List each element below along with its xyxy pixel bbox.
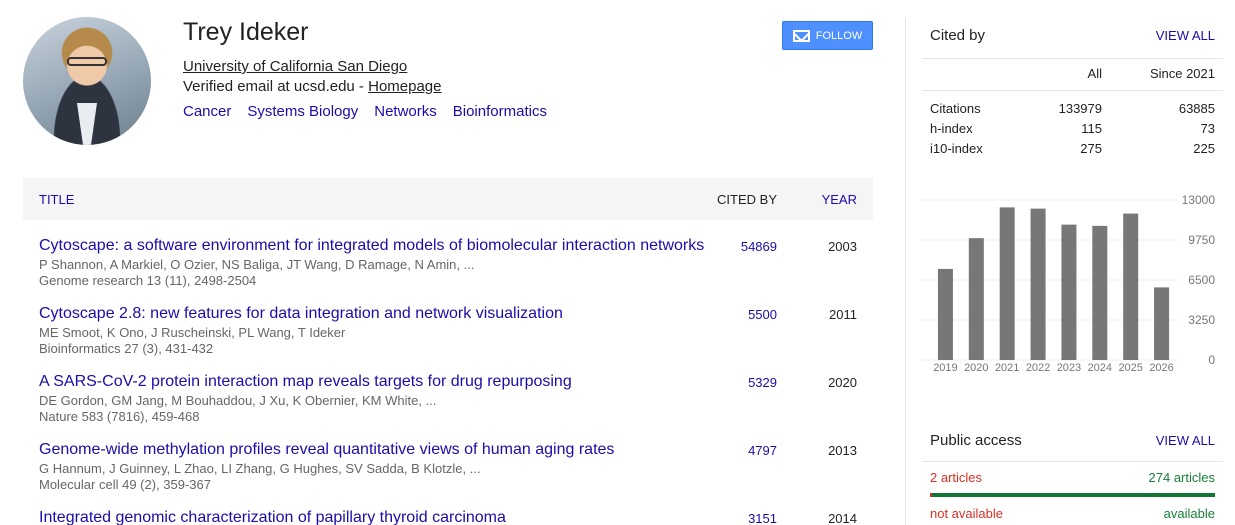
article-year: 2020: [828, 375, 857, 390]
y-tick-label: 9750: [1188, 233, 1215, 247]
stats-table: Citations 133979 63885 h-index 115 73 i1…: [930, 101, 1215, 161]
cited-by-header: CITED BY: [717, 192, 777, 207]
stat-since: 225: [1193, 141, 1215, 156]
stats-header: All Since 2021: [930, 66, 1215, 82]
divider-line: [922, 58, 1223, 59]
y-tick-label: 3250: [1188, 313, 1215, 327]
x-tick-label: 2026: [1149, 362, 1173, 374]
sort-title[interactable]: TITLE: [39, 192, 74, 207]
shirt-shape: [77, 103, 97, 145]
stat-label: i10-index: [930, 141, 983, 156]
follow-label: FOLLOW: [815, 29, 863, 42]
x-tick-label: 2019: [933, 362, 957, 374]
stat-all: 275: [1080, 141, 1102, 156]
article-cites-link[interactable]: 54869: [741, 239, 777, 254]
not-available-count[interactable]: 2 articles: [930, 470, 982, 485]
article-venue: Molecular cell 49 (2), 359-367: [39, 477, 211, 492]
article-authors: G Hannum, J Guinney, L Zhao, LI Zhang, G…: [39, 461, 481, 476]
article-authors: P Shannon, A Markiel, O Ozier, NS Baliga…: [39, 257, 475, 272]
available-count[interactable]: 274 articles: [1149, 470, 1215, 485]
article-venue: Nature 583 (7816), 459-468: [39, 409, 200, 424]
article-row: Genome-wide methylation profiles reveal …: [39, 441, 873, 501]
stat-since: 73: [1200, 121, 1215, 136]
y-tick-label: 13000: [1182, 193, 1216, 207]
bar-2025[interactable]: [1123, 213, 1139, 360]
stat-label: h-index: [930, 121, 973, 136]
article-venue: Bioinformatics 27 (3), 431-432: [39, 341, 214, 356]
stat-all: 133979: [1058, 101, 1102, 116]
article-row: Cytoscape 2.8: new features for data int…: [39, 305, 873, 365]
bar-2026[interactable]: [1154, 287, 1170, 360]
article-title-link[interactable]: Genome-wide methylation profiles reveal …: [39, 441, 614, 459]
not-available-label: not available: [930, 506, 1003, 521]
article-cites-link[interactable]: 4797: [748, 443, 777, 458]
article-year: 2013: [828, 443, 857, 458]
public-access-view-all[interactable]: VIEW ALL: [1156, 433, 1215, 448]
interest-cancer[interactable]: Cancer: [183, 103, 231, 120]
bar-2024[interactable]: [1092, 225, 1108, 360]
interest-bioinformatics[interactable]: Bioinformatics: [453, 103, 547, 120]
article-row: Cytoscape: a software environment for in…: [39, 237, 873, 297]
article-title-link[interactable]: A SARS-CoV-2 protein interaction map rev…: [39, 373, 572, 391]
x-tick-label: 2025: [1118, 362, 1142, 374]
x-tick-label: 2021: [995, 362, 1019, 374]
x-tick-label: 2023: [1057, 362, 1081, 374]
x-tick-label: 2024: [1088, 362, 1112, 374]
articles-table-header: TITLE CITED BY YEAR: [23, 178, 873, 220]
article-venue: Genome research 13 (11), 2498-2504: [39, 273, 257, 288]
citations-per-year-chart: 13000 9750 6500 3250 0 2019 2020 2021 2022 2023 20…: [922, 193, 1216, 374]
article-year: 2011: [829, 307, 857, 322]
article-title-link[interactable]: Integrated genomic characterization of p…: [39, 509, 506, 525]
col-all: All: [1087, 66, 1102, 81]
profile-name: Trey Ideker: [183, 18, 309, 46]
divider-line: [922, 461, 1223, 462]
mail-icon: [792, 29, 810, 42]
cited-by-view-all[interactable]: VIEW ALL: [1156, 28, 1215, 43]
stat-label: Citations: [930, 101, 981, 116]
interest-networks[interactable]: Networks: [374, 103, 437, 120]
article-cites-link[interactable]: 5329: [748, 375, 777, 390]
bar-2021[interactable]: [999, 207, 1015, 360]
x-tick-label: 2020: [964, 362, 988, 374]
article-authors: DE Gordon, GM Jang, M Bouhaddou, J Xu, K…: [39, 393, 437, 408]
bar-2020[interactable]: [968, 238, 984, 360]
article-year: 2003: [828, 239, 857, 254]
bar-2019[interactable]: [937, 268, 953, 360]
email-text: Verified email at ucsd.edu -: [183, 78, 369, 95]
bar-2022[interactable]: [1030, 208, 1046, 360]
stat-all: 115: [1081, 121, 1102, 136]
research-interests: Cancer Systems Biology Networks Bioinfor…: [183, 103, 547, 120]
article-title-link[interactable]: Cytoscape: a software environment for in…: [39, 237, 704, 255]
column-divider: [905, 18, 906, 525]
article-title-link[interactable]: Cytoscape 2.8: new features for data int…: [39, 305, 563, 323]
divider-line: [922, 90, 1223, 91]
stat-since: 63885: [1178, 101, 1215, 116]
article-authors: ME Smoot, K Ono, J Ruscheinski, PL Wang,…: [39, 325, 346, 340]
article-row: Integrated genomic characterization of p…: [39, 509, 873, 525]
y-tick-label: 6500: [1188, 273, 1215, 287]
public-access-heading: Public access: [930, 432, 1022, 449]
not-available-segment: [930, 493, 932, 497]
article-row: A SARS-CoV-2 protein interaction map rev…: [39, 373, 873, 433]
y-tick-label: 0: [1208, 353, 1215, 367]
cited-by-heading: Cited by: [930, 27, 986, 44]
bar-2023[interactable]: [1061, 224, 1077, 360]
interest-systems-biology[interactable]: Systems Biology: [247, 103, 358, 120]
col-since: Since 2021: [1149, 66, 1215, 81]
article-cites-link[interactable]: 3151: [748, 511, 777, 525]
article-cites-link[interactable]: 5500: [748, 307, 777, 322]
follow-button[interactable]: FOLLOW: [782, 21, 873, 50]
available-label: available: [1163, 506, 1215, 521]
homepage-link[interactable]: Homepage: [368, 78, 441, 95]
public-access-bar: [930, 493, 1215, 497]
verified-email: Verified email at ucsd.edu - Homepage: [183, 78, 442, 95]
profile-photo: [23, 17, 151, 145]
x-tick-label: 2022: [1026, 362, 1050, 374]
article-year: 2014: [828, 511, 857, 525]
affiliation-link[interactable]: University of California San Diego: [183, 58, 407, 75]
sort-year[interactable]: YEAR: [822, 192, 857, 207]
glasses-shape: [67, 57, 107, 66]
